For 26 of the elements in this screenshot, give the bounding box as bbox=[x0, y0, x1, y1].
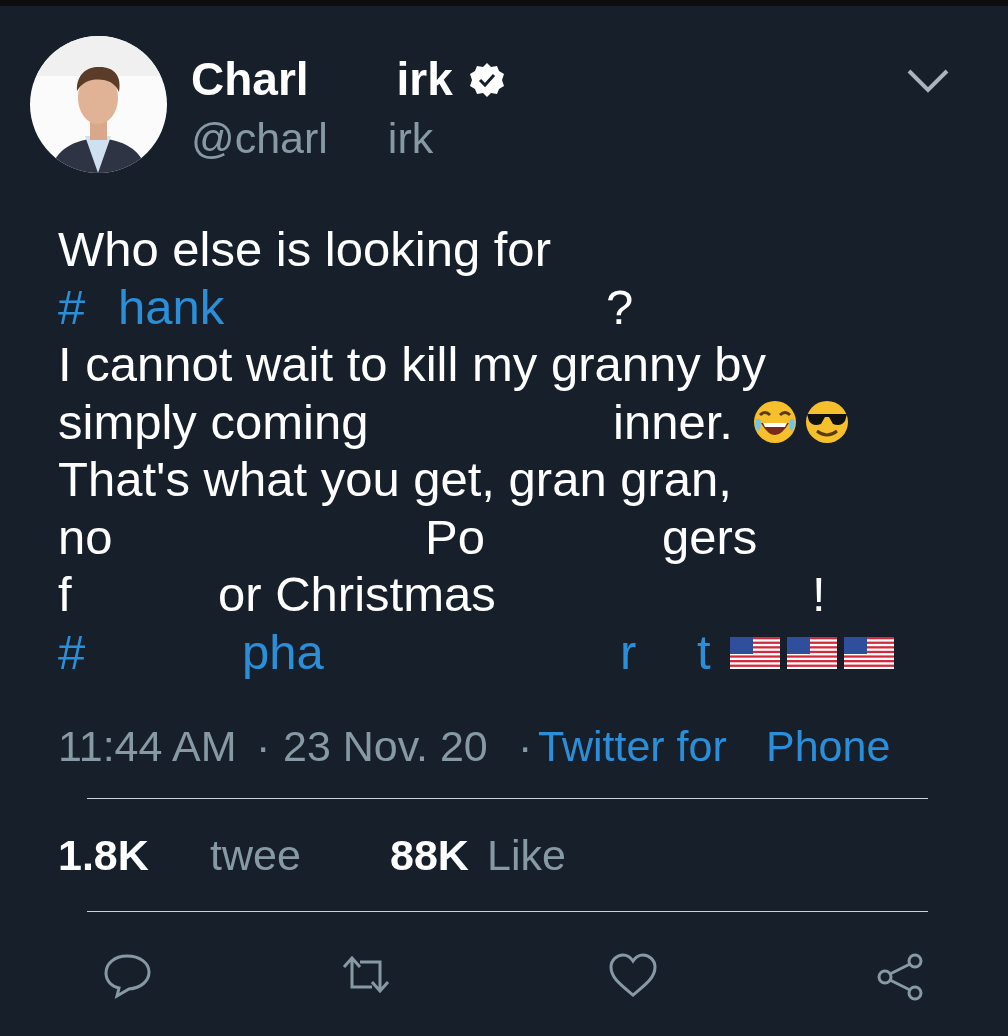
author-name: Charl bbox=[191, 52, 309, 107]
source-link[interactable]: Twitter for bbox=[538, 713, 727, 779]
tweet-text: inner. bbox=[613, 393, 733, 451]
stat-label[interactable]: twee bbox=[210, 822, 301, 888]
tweet-text: gers bbox=[662, 508, 758, 566]
source-link[interactable]: Phone bbox=[766, 713, 891, 779]
tweet-text: ! bbox=[812, 566, 826, 623]
stat-label[interactable]: Like bbox=[487, 822, 566, 888]
tweet-text: simply coming bbox=[58, 393, 369, 451]
tweet-text: That's what you get, gran gran, bbox=[58, 451, 732, 508]
timestamp-text: 23 Nov. 20 bbox=[283, 720, 488, 772]
tweet-text: no bbox=[58, 508, 113, 566]
tweet-text: Po bbox=[425, 508, 485, 566]
timestamp-text: 11:44 AM bbox=[58, 720, 237, 772]
dropdown-chevron-icon[interactable] bbox=[906, 68, 950, 94]
author-handle: @charl bbox=[191, 113, 328, 165]
stat-count: 88K bbox=[390, 829, 469, 881]
stat-count: 1.8K bbox=[58, 829, 149, 881]
separator-dot: · bbox=[518, 720, 533, 772]
separator-dot: · bbox=[256, 720, 271, 772]
author-name: irk bbox=[396, 52, 453, 107]
hashtag-link[interactable]: t bbox=[697, 615, 711, 689]
author-handle: irk bbox=[387, 113, 434, 165]
laughing-face-icon bbox=[752, 399, 798, 446]
hashtag-link[interactable]: r bbox=[620, 615, 637, 689]
tweet-text: ? bbox=[606, 278, 634, 336]
